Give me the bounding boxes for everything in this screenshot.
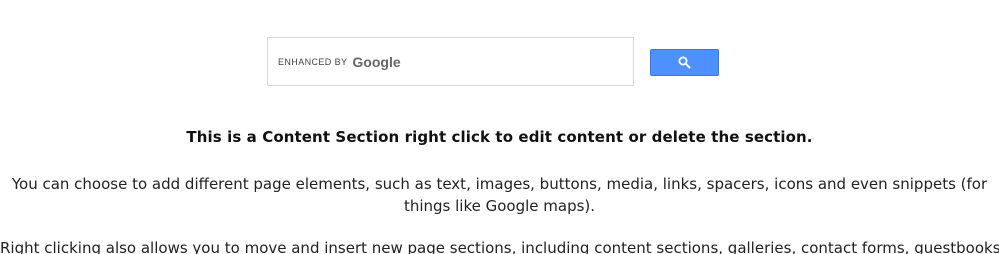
search-icon [678,56,691,69]
search-input[interactable]: ENHANCED BY Google [267,37,634,86]
content-paragraph: Right clicking also allows you to move a… [0,239,999,254]
content-section-heading: This is a Content Section right click to… [186,128,813,146]
google-brand-label: Google [352,53,401,70]
enhanced-by-label: ENHANCED BY [278,56,348,67]
search-button[interactable] [650,49,719,76]
content-paragraph: You can choose to add different page ele… [11,175,988,215]
page: ENHANCED BY Google This is a Content Sec… [0,0,999,254]
